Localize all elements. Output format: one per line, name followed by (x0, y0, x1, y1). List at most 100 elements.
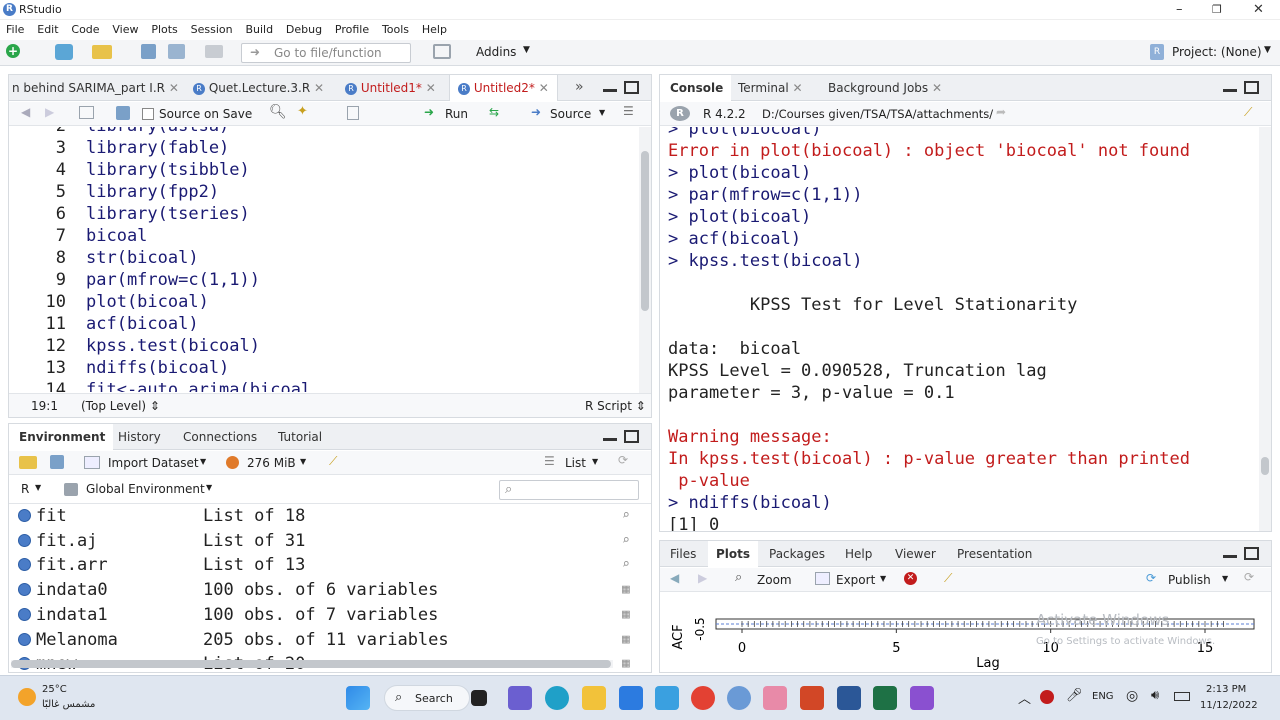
minimize-pane-icon[interactable] (603, 438, 617, 441)
language-chevron-icon[interactable]: ▼ (35, 483, 41, 492)
rstudio-taskbar-icon[interactable] (727, 686, 751, 710)
expand-object-icon[interactable] (18, 533, 31, 547)
view-table-icon[interactable]: ▦ (622, 628, 630, 652)
view-table-icon[interactable]: ▦ (622, 603, 630, 627)
inspect-search-icon[interactable]: ⌕ (622, 504, 630, 528)
task-view-icon[interactable] (471, 690, 487, 706)
more-tabs-icon[interactable]: » (575, 79, 584, 95)
save-file-icon[interactable] (116, 106, 130, 120)
console-scroll-thumb[interactable] (1261, 457, 1269, 475)
environment-row[interactable]: fit List of 18 ⌕ (12, 504, 642, 528)
goto-directory-icon[interactable]: ➦ (996, 105, 1006, 119)
expand-object-icon[interactable] (18, 632, 31, 646)
microphone-icon[interactable]: 🎤︎ (1066, 688, 1083, 703)
file-explorer-icon[interactable] (582, 686, 606, 710)
next-plot-icon[interactable]: ▶ (698, 571, 707, 585)
volume-icon[interactable]: 🔊︎ (1151, 688, 1159, 703)
language-select[interactable]: R (21, 482, 29, 496)
inspect-search-icon[interactable]: ⌕ (622, 553, 630, 577)
menu-code[interactable]: Code (71, 23, 99, 36)
visual-studio-icon[interactable] (910, 686, 934, 710)
export-button[interactable]: Export (836, 573, 875, 587)
menu-file[interactable]: File (6, 23, 24, 36)
battery-icon[interactable] (1174, 692, 1190, 701)
taskbar-search[interactable]: ⌕ Search (384, 685, 470, 711)
maximize-pane-icon[interactable] (624, 81, 639, 94)
tab-packages[interactable]: Packages (761, 541, 833, 567)
tab-close-icon[interactable]: ✕ (314, 81, 324, 95)
excel-icon[interactable] (873, 686, 897, 710)
tab-untitled2[interactable]: R Untitled2* ✕ (449, 75, 558, 101)
save-all-icon[interactable] (168, 44, 185, 59)
print-icon[interactable] (205, 45, 223, 58)
forward-icon[interactable]: ▶ (45, 105, 54, 119)
environment-chevron-icon[interactable]: ▼ (206, 483, 212, 492)
minimize-pane-icon[interactable] (1223, 555, 1237, 558)
inspect-search-icon[interactable]: ⌕ (622, 529, 630, 553)
menu-build[interactable]: Build (245, 23, 273, 36)
expand-object-icon[interactable] (18, 558, 31, 572)
source-on-save-checkbox[interactable] (142, 108, 154, 120)
maximize-button[interactable]: ❐ (1212, 3, 1222, 16)
environment-row[interactable]: fit.arr List of 13 ⌕ (12, 553, 642, 577)
view-mode-chevron-icon[interactable]: ▼ (592, 457, 598, 466)
console-scrollbar[interactable] (1259, 127, 1271, 531)
zoom-button[interactable]: Zoom (757, 573, 792, 587)
env-h-scroll-thumb[interactable] (11, 660, 611, 668)
photos-icon[interactable] (655, 686, 679, 710)
environment-search-input[interactable]: ⌕ (499, 480, 639, 500)
security-icon[interactable] (1040, 690, 1054, 704)
maximize-pane-icon[interactable] (624, 430, 639, 443)
powerpoint-icon[interactable] (800, 686, 824, 710)
word-icon[interactable] (837, 686, 861, 710)
minimize-pane-icon[interactable] (1223, 89, 1237, 92)
chrome-icon[interactable] (691, 686, 715, 710)
back-icon[interactable]: ◀ (21, 105, 30, 119)
refresh-plot-icon[interactable]: ⟳ (1244, 570, 1254, 584)
tab-environment[interactable]: Environment (9, 424, 114, 450)
weather-sun-icon[interactable] (18, 688, 36, 706)
environment-row[interactable]: indata0 100 obs. of 6 variables ▦ (12, 578, 642, 602)
tab-tutorial[interactable]: Tutorial (270, 424, 330, 450)
new-project-icon[interactable] (55, 44, 73, 60)
menu-session[interactable]: Session (191, 23, 233, 36)
tab-close-icon[interactable]: ✕ (169, 81, 179, 95)
menu-tools[interactable]: Tools (382, 23, 409, 36)
compile-report-icon[interactable] (347, 106, 359, 120)
menu-view[interactable]: View (112, 23, 138, 36)
code-tools-wand-icon[interactable]: ✦ (297, 104, 308, 119)
load-workspace-icon[interactable] (19, 456, 37, 469)
menu-profile[interactable]: Profile (335, 23, 369, 36)
environment-row[interactable]: Melanoma 205 obs. of 11 variables ▦ (12, 628, 642, 652)
tab-viewer[interactable]: Viewer (887, 541, 944, 567)
view-table-icon[interactable]: ▦ (622, 652, 630, 672)
show-hidden-icons-chevron[interactable]: ︿ (1018, 688, 1031, 707)
tab-close-icon[interactable]: ✕ (932, 81, 942, 95)
environment-row[interactable]: fit.aj List of 31 ⌕ (12, 529, 642, 553)
tab-terminal[interactable]: Terminal ✕ (730, 75, 811, 101)
scope-level[interactable]: (Top Level) ⇕ (81, 399, 160, 413)
publish-chevron-icon[interactable]: ▼ (1222, 574, 1228, 583)
tab-background-jobs[interactable]: Background Jobs ✕ (820, 75, 950, 101)
save-icon[interactable] (141, 44, 156, 59)
tab-quet-lecture[interactable]: R Quet.Lecture.3.R ✕ (185, 75, 332, 101)
previous-plot-icon[interactable]: ◀ (670, 571, 679, 585)
expand-object-icon[interactable] (18, 607, 31, 621)
edge-browser-icon[interactable] (545, 686, 569, 710)
console-output[interactable]: > plot(biocoal) Error in plot(biocoal) : … (660, 127, 1258, 531)
minimize-button[interactable]: – (1176, 2, 1183, 17)
expand-object-icon[interactable] (18, 583, 31, 597)
env-h-scrollbar[interactable] (11, 660, 613, 668)
import-dataset-button[interactable]: Import Dataset (108, 456, 199, 470)
snipping-tool-icon[interactable] (763, 686, 787, 710)
maximize-pane-icon[interactable] (1244, 81, 1259, 94)
environment-select[interactable]: Global Environment (86, 482, 205, 496)
tab-plots[interactable]: Plots (708, 541, 759, 567)
refresh-icon[interactable]: ⟳ (618, 453, 628, 467)
remove-plot-icon[interactable]: ✕ (904, 572, 917, 585)
teams-chat-icon[interactable] (508, 686, 532, 710)
project-menu[interactable]: Project: (None) (1172, 45, 1262, 59)
rerun-icon[interactable]: ⇆ (489, 105, 499, 119)
clear-workspace-broom-icon[interactable]: ⟋ (329, 454, 337, 469)
close-window-button[interactable]: ✕ (1253, 2, 1264, 17)
